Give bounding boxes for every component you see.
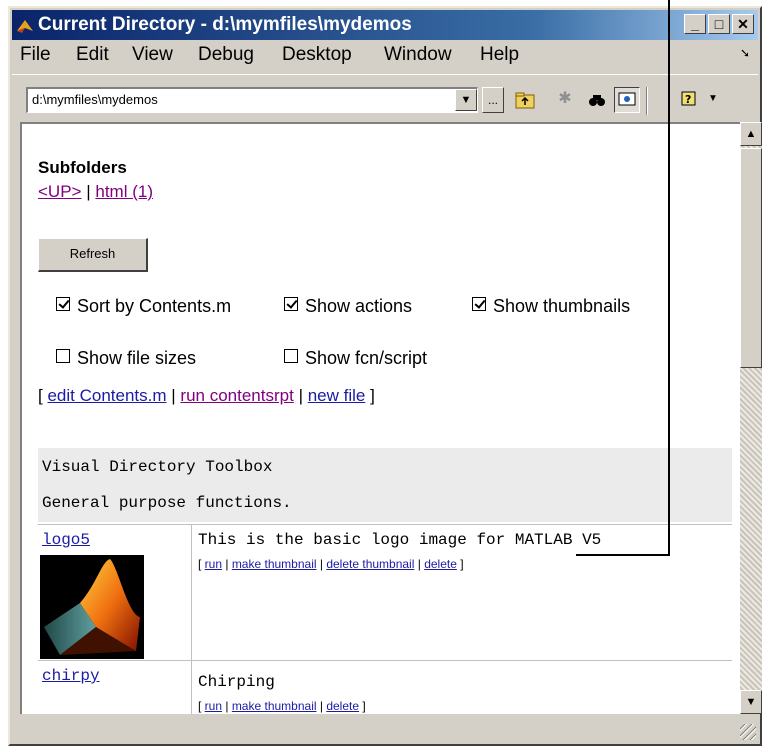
bracket-close: ]: [370, 386, 375, 405]
delete-link[interactable]: delete: [326, 699, 359, 713]
show-fcn-script-checkbox[interactable]: [284, 349, 298, 363]
callout-line: [668, 0, 670, 556]
subfolder-links: <UP> | html (1): [38, 182, 153, 202]
view-toggle-icon[interactable]: [614, 87, 640, 113]
up-link[interactable]: <UP>: [38, 182, 81, 201]
link-separator: |: [86, 182, 91, 201]
new-file-link[interactable]: new file: [308, 386, 366, 405]
menu-file[interactable]: File: [20, 44, 51, 66]
link-separator: |: [171, 386, 176, 405]
run-link[interactable]: run: [205, 557, 222, 571]
minimize-button[interactable]: _: [684, 14, 706, 34]
sort-by-contents-label: Sort by Contents.m: [77, 296, 232, 316]
menu-view[interactable]: View: [132, 44, 173, 66]
new-folder-icon[interactable]: ✱: [552, 87, 578, 113]
contents-links: [ edit Contents.m | run contentsrpt | ne…: [38, 386, 375, 406]
matlab-logo-icon: [17, 20, 33, 33]
refresh-button[interactable]: Refresh: [38, 238, 148, 272]
show-fcn-script-label: Show fcn/script: [305, 348, 428, 368]
file-description: This is the basic logo image for MATLAB …: [198, 531, 602, 549]
toolbar-separator: [646, 87, 648, 115]
make-thumbnail-link[interactable]: make thumbnail: [232, 699, 317, 713]
menu-help[interactable]: Help: [480, 44, 519, 66]
current-directory-value: d:\mymfiles\mydemos: [32, 92, 158, 107]
svg-text:?: ?: [685, 93, 691, 106]
toolbox-title: Visual Directory Toolbox: [42, 458, 273, 476]
file-actions: [ run | make thumbnail | delete ]: [198, 699, 366, 713]
show-actions-label: Show actions: [305, 296, 413, 316]
chevron-down-icon[interactable]: ▼: [455, 89, 477, 111]
show-thumbnails-label: Show thumbnails: [493, 296, 631, 316]
scroll-down-icon[interactable]: ▼: [740, 690, 762, 714]
current-directory-field[interactable]: d:\mymfiles\mydemos ▼: [26, 87, 478, 113]
subfolders-heading: Subfolders: [38, 158, 127, 177]
title-bar[interactable]: Current Directory - d:\mymfiles\mydemos …: [12, 10, 758, 40]
file-row-logo5: logo5 This is the basic logo image for M…: [38, 524, 732, 660]
show-actions-option[interactable]: Show actions: [284, 296, 412, 317]
matlab-membrane-logo-icon: [44, 559, 140, 655]
run-contentsrpt-link[interactable]: run contentsrpt: [180, 386, 293, 405]
browse-button[interactable]: ...: [482, 87, 504, 113]
directory-content: Subfolders <UP> | html (1) Refresh Sort …: [20, 122, 740, 714]
toolbox-description: General purpose functions.: [42, 494, 292, 512]
callout-line: [576, 554, 670, 556]
delete-link[interactable]: delete: [424, 557, 457, 571]
show-fcn-script-option[interactable]: Show fcn/script: [284, 348, 427, 369]
file-link-chirpy[interactable]: chirpy: [42, 667, 100, 685]
status-bar: [12, 716, 758, 742]
bracket-open: [: [38, 386, 43, 405]
show-actions-checkbox[interactable]: [284, 297, 298, 311]
close-button[interactable]: ✕: [732, 14, 754, 34]
current-directory-window: Current Directory - d:\mymfiles\mydemos …: [8, 6, 762, 746]
sort-by-contents-checkbox[interactable]: [56, 297, 70, 311]
vertical-scrollbar[interactable]: ▲ ▼: [740, 122, 762, 714]
find-icon[interactable]: [584, 87, 610, 113]
show-thumbnails-option[interactable]: Show thumbnails: [472, 296, 630, 317]
menu-desktop[interactable]: Desktop: [282, 44, 352, 66]
file-link-logo5[interactable]: logo5: [42, 531, 90, 549]
file-actions: [ run | make thumbnail | delete thumbnai…: [198, 557, 464, 571]
sort-by-contents-option[interactable]: Sort by Contents.m: [56, 296, 231, 317]
undock-arrow-icon[interactable]: ➘: [740, 46, 750, 60]
show-thumbnails-checkbox[interactable]: [472, 297, 486, 311]
show-file-sizes-checkbox[interactable]: [56, 349, 70, 363]
menu-debug[interactable]: Debug: [198, 44, 254, 66]
show-file-sizes-label: Show file sizes: [77, 348, 197, 368]
logo5-thumbnail[interactable]: [40, 555, 144, 659]
resize-grip-icon[interactable]: [740, 724, 756, 740]
show-file-sizes-option[interactable]: Show file sizes: [56, 348, 196, 369]
toolbar: d:\mymfiles\mydemos ▼ ... ✱ ? ▼: [12, 74, 758, 118]
up-folder-icon[interactable]: [512, 87, 538, 113]
run-link[interactable]: run: [205, 699, 222, 713]
help-dropdown-icon[interactable]: ▼: [704, 87, 722, 113]
window-title: Current Directory - d:\mymfiles\mydemos: [38, 14, 412, 35]
scroll-up-icon[interactable]: ▲: [740, 122, 762, 146]
maximize-button[interactable]: □: [708, 14, 730, 34]
menu-bar: File Edit View Debug Desktop Window Help…: [12, 42, 758, 68]
file-name-cell: chirpy: [38, 661, 192, 714]
link-separator: |: [298, 386, 303, 405]
help-icon[interactable]: ?: [676, 87, 702, 113]
menu-window[interactable]: Window: [384, 44, 452, 66]
menu-edit[interactable]: Edit: [76, 44, 109, 66]
file-name-cell: logo5: [38, 525, 192, 660]
file-description: Chirping: [198, 673, 275, 691]
delete-thumbnail-link[interactable]: delete thumbnail: [326, 557, 414, 571]
scroll-thumb[interactable]: [740, 148, 762, 368]
toolbox-header: Visual Directory Toolbox General purpose…: [38, 448, 732, 522]
edit-contents-link[interactable]: edit Contents.m: [47, 386, 166, 405]
file-row-chirpy: chirpy Chirping [ run | make thumbnail |…: [38, 660, 732, 714]
make-thumbnail-link[interactable]: make thumbnail: [232, 557, 317, 571]
html-folder-link[interactable]: html (1): [95, 182, 153, 201]
